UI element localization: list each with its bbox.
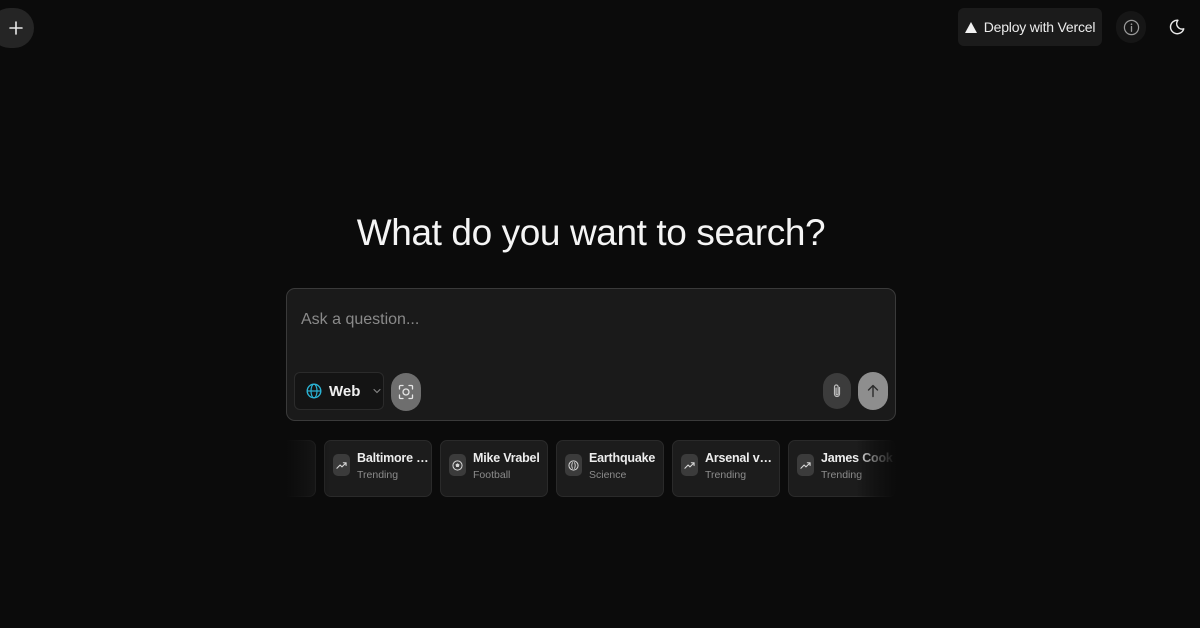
new-chat-button[interactable] — [0, 8, 34, 48]
info-button[interactable] — [1116, 11, 1146, 43]
suggestion-chip[interactable]: Earthquake Science — [556, 440, 664, 497]
globe-icon — [306, 383, 322, 399]
suggestion-category: Football — [473, 469, 511, 481]
suggestion-chip[interactable] — [286, 440, 316, 497]
page-title: What do you want to search? — [356, 212, 826, 253]
plus-icon — [9, 21, 23, 35]
search-mode-label: Web — [329, 382, 361, 400]
suggestion-name: Earthquake — [589, 451, 656, 465]
deploy-with-vercel-button[interactable]: Deploy with Vercel — [958, 8, 1102, 46]
suggestion-category: Trending — [705, 469, 747, 481]
suggestion-category: Trending — [357, 469, 399, 481]
suggestion-name: Mike Vrabel — [473, 451, 540, 465]
chevron-down-icon — [373, 388, 381, 394]
send-button[interactable] — [858, 372, 888, 410]
arrow-up-icon — [867, 384, 879, 398]
suggestion-chip[interactable]: Arsenal vs ... Trending — [672, 440, 780, 497]
moon-icon — [1169, 19, 1185, 35]
suggestion-category: Trending — [821, 469, 863, 481]
scan-icon — [398, 384, 414, 400]
science-icon — [568, 459, 579, 471]
trending-icon — [336, 461, 347, 469]
image-search-button[interactable] — [391, 373, 421, 411]
theme-toggle-button[interactable] — [1162, 12, 1192, 42]
suggestion-category: Science — [589, 469, 627, 481]
suggestions-carousel[interactable]: Baltimore Ravens Trending Mike Vrabel Fo… — [286, 440, 896, 498]
search-box: Web — [286, 288, 896, 421]
suggestion-chip[interactable]: Mike Vrabel Football — [440, 440, 548, 497]
attach-file-button[interactable] — [823, 373, 851, 409]
suggestion-name: Arsenal vs ... — [705, 451, 777, 465]
deploy-label: Deploy with Vercel — [983, 19, 1096, 35]
trending-icon — [684, 461, 695, 469]
search-mode-select[interactable]: Web — [294, 372, 384, 410]
search-input[interactable] — [301, 309, 881, 331]
suggestion-name: Baltimore Ravens — [357, 451, 429, 465]
suggestion-chip[interactable]: Baltimore Ravens Trending — [324, 440, 432, 497]
football-icon — [452, 459, 463, 471]
vercel-triangle-icon — [964, 21, 977, 33]
suggestion-chip[interactable]: James Cook Trending — [788, 440, 896, 497]
paperclip-icon — [833, 384, 841, 398]
suggestion-name: James Cook — [821, 451, 893, 465]
trending-icon — [800, 461, 811, 469]
info-icon — [1123, 19, 1139, 35]
